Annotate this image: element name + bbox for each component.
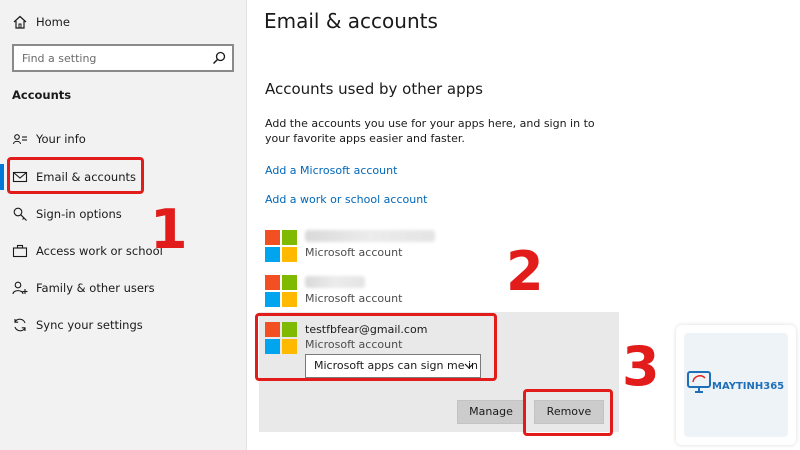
sidebar-item-label: Family & other users — [36, 281, 155, 295]
manage-button[interactable]: Manage — [457, 400, 525, 424]
sidebar-item-sign-in-options[interactable]: Sign-in options — [0, 197, 246, 231]
account-type-label: Microsoft account — [305, 292, 403, 305]
sidebar-item-access-work[interactable]: Access work or school — [0, 234, 246, 268]
highlight-box-email-accounts — [7, 157, 144, 194]
microsoft-logo-icon — [265, 230, 297, 262]
page-title: Email & accounts — [264, 9, 438, 33]
sync-icon — [14, 318, 26, 332]
sidebar-item-label: Access work or school — [36, 244, 163, 258]
briefcase-icon — [12, 244, 28, 258]
accounts-section-heading: Accounts — [12, 88, 72, 102]
find-setting-input[interactable] — [14, 46, 208, 70]
watermark-brand-text: MAYTINH365 — [712, 381, 784, 392]
brand-watermark: MAYTINH365 — [676, 325, 796, 445]
person-card-icon — [12, 134, 27, 145]
section-title: Accounts used by other apps — [265, 80, 483, 98]
home-icon — [13, 15, 27, 29]
sidebar-item-label: Sync your settings — [36, 318, 143, 332]
settings-sidebar: Home Accounts Your info Email & accounts — [0, 0, 247, 450]
step-number-1: 1 — [150, 198, 188, 261]
svg-text:MAYTINH365: MAYTINH365 — [712, 381, 784, 392]
section-description: Add the accounts you use for your apps h… — [265, 117, 595, 145]
sidebar-item-your-info[interactable]: Your info — [0, 122, 246, 156]
step-number-3: 3 — [622, 335, 660, 398]
highlight-box-remove — [523, 389, 613, 436]
sidebar-item-label: Sign-in options — [36, 207, 122, 221]
sidebar-item-label: Your info — [36, 132, 86, 146]
blurred-account-name — [305, 276, 365, 288]
monitor-logo-icon — [687, 371, 711, 393]
microsoft-logo-icon — [265, 275, 297, 307]
add-work-school-account-link[interactable]: Add a work or school account — [265, 193, 427, 206]
home-nav-item[interactable]: Home — [0, 5, 246, 39]
find-setting-search-box[interactable] — [12, 44, 234, 72]
sidebar-item-sync-settings[interactable]: Sync your settings — [0, 308, 246, 342]
key-icon — [13, 207, 27, 221]
step-number-2: 2 — [506, 240, 544, 303]
home-label: Home — [36, 15, 70, 29]
account-type-label: Microsoft account — [305, 246, 403, 259]
person-add-icon — [12, 281, 28, 295]
blurred-account-name — [305, 230, 435, 242]
search-icon[interactable] — [212, 51, 226, 65]
highlight-box-account — [255, 313, 497, 381]
sidebar-item-family-users[interactable]: Family & other users — [0, 271, 246, 305]
add-microsoft-account-link[interactable]: Add a Microsoft account — [265, 164, 397, 177]
